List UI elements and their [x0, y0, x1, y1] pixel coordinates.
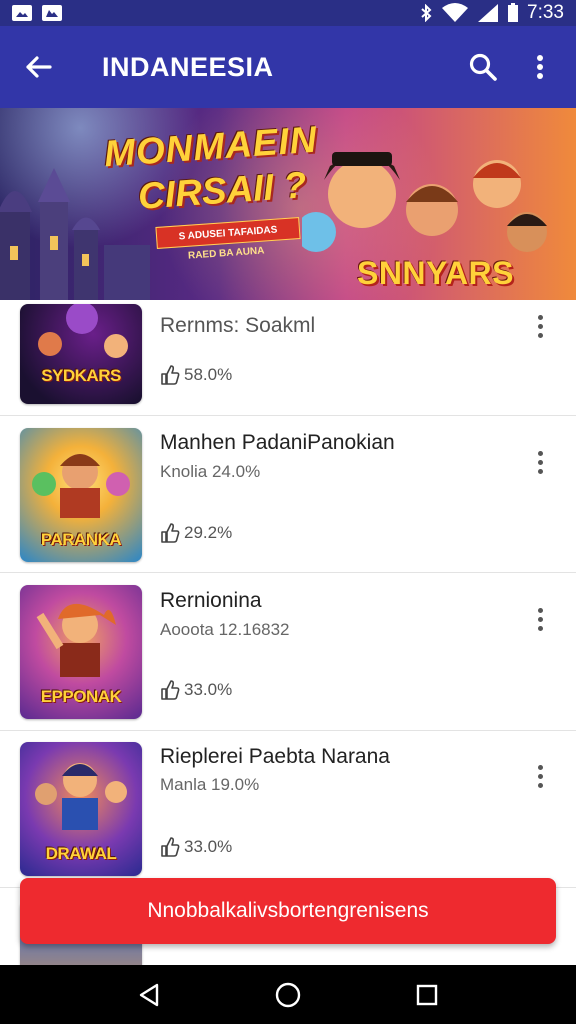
home-circle-icon — [275, 982, 301, 1007]
game-thumbnail: DRAWAL — [20, 742, 142, 876]
thumbnail-label: SYDKARS — [41, 366, 121, 385]
wifi-icon — [442, 3, 469, 22]
item-stat: 58.0% — [160, 364, 232, 386]
game-thumbnail: SYDKARS — [20, 304, 142, 404]
item-stat: 29.2% — [160, 522, 232, 544]
cta-button[interactable]: Nnobbalkalivsbortengrenisens — [20, 878, 556, 944]
more-vertical-icon — [537, 55, 543, 79]
more-vertical-icon — [537, 764, 543, 788]
item-stat: 33.0% — [160, 836, 232, 858]
thumb-up-icon — [161, 365, 180, 385]
nav-recents-button[interactable] — [397, 965, 457, 1024]
game-list: SYDKARS Rernms: Soakml 58.0% PARANKA Man… — [0, 300, 576, 965]
search-button[interactable] — [452, 26, 514, 108]
item-subtitle: Manla 19.0% — [160, 775, 260, 794]
item-more-button[interactable] — [522, 756, 558, 796]
game-thumbnail: PARANKA — [20, 428, 142, 562]
nav-home-button[interactable] — [258, 965, 318, 1024]
more-vertical-icon — [537, 607, 543, 631]
item-title: Rernms: Soakml — [160, 314, 316, 337]
gallery-icon — [42, 5, 62, 21]
overflow-menu-button[interactable] — [514, 26, 566, 108]
status-left — [12, 5, 62, 21]
thumb-up-icon — [161, 523, 180, 543]
stat-value: 33.0% — [184, 680, 233, 699]
thumb-up-icon — [161, 837, 180, 857]
back-triangle-icon — [140, 983, 159, 1006]
item-title: Rieplerei Paebta Narana — [160, 745, 390, 768]
item-subtitle: Aooota 12.16832 — [160, 620, 290, 639]
list-item[interactable]: DRAWAL Rieplerei Paebta Narana Manla 19.… — [0, 732, 576, 888]
game-thumbnail: EPPONAK — [20, 585, 142, 719]
bluetooth-icon — [421, 4, 432, 22]
app-bar: INDANEESIA — [0, 26, 576, 108]
image-icon — [12, 5, 32, 21]
signal-icon — [478, 4, 499, 22]
system-nav-bar — [0, 965, 576, 1024]
stat-value: 29.2% — [184, 523, 233, 542]
promo-banner[interactable]: MONMAEIN CIRSAII ? S ADUSEI TAFAIDAS RAE… — [0, 108, 576, 300]
item-title: Manhen PadaniPanokian — [160, 431, 395, 454]
thumb-up-icon — [161, 680, 180, 700]
page-title: INDANEESIA — [102, 51, 274, 82]
more-vertical-icon — [537, 450, 543, 474]
item-more-button[interactable] — [522, 306, 558, 346]
banner-logo: SNNYARS — [356, 255, 514, 291]
item-subtitle: Knolia 24.0% — [160, 462, 261, 481]
nav-back-button[interactable] — [119, 965, 179, 1024]
item-title: Rernionina — [160, 589, 262, 612]
more-vertical-icon — [537, 314, 543, 338]
item-more-button[interactable] — [522, 442, 558, 482]
arrow-left-icon — [26, 56, 52, 78]
list-item[interactable]: PARANKA Manhen PadaniPanokian Knolia 24.… — [0, 417, 576, 573]
search-icon — [469, 53, 497, 81]
character-art — [38, 304, 128, 358]
status-time: 7:33 — [527, 2, 564, 23]
thumbnail-label: PARANKA — [40, 530, 122, 549]
thumbnail-label: DRAWAL — [45, 844, 117, 863]
item-stat: 33.0% — [160, 679, 232, 701]
status-right: 7:33 — [419, 2, 564, 24]
list-item[interactable]: SYDKARS Rernms: Soakml 58.0% — [0, 300, 576, 416]
item-more-button[interactable] — [522, 599, 558, 639]
characters-illustration — [302, 152, 547, 252]
status-bar: 7:33 — [0, 0, 576, 26]
list-item[interactable]: EPPONAK Rernionina Aooota 12.16832 33.0% — [0, 575, 576, 731]
recents-square-icon — [416, 984, 437, 1005]
thumbnail-label: EPPONAK — [40, 687, 122, 706]
back-button[interactable] — [0, 26, 76, 108]
stat-value: 58.0% — [184, 365, 233, 384]
battery-icon — [508, 3, 519, 22]
stat-value: 33.0% — [184, 837, 233, 856]
